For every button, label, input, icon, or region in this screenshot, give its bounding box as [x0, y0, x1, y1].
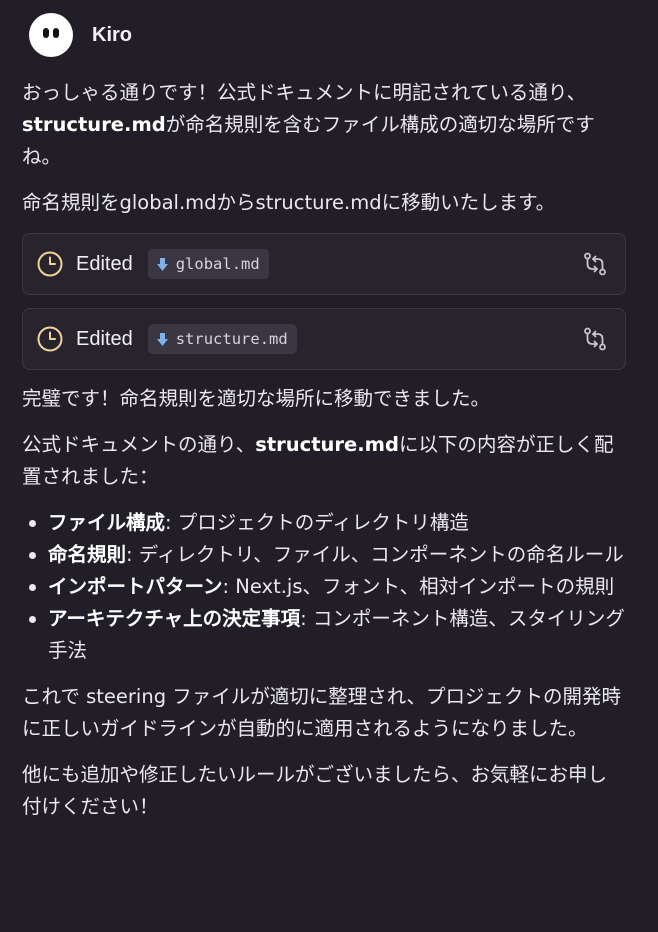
file-chip-global[interactable]: global.md	[147, 249, 269, 279]
clock-icon	[37, 326, 63, 352]
view-diff-button[interactable]	[581, 250, 609, 278]
content-bullet-list: ファイル構成: プロジェクトのディレクトリ構造 命名規則: ディレクトリ、ファイ…	[22, 507, 626, 667]
para4-filename: structure.md	[255, 433, 399, 456]
edited-label: Edited	[76, 327, 133, 350]
message-paragraph-6: 他にも追加や修正したいルールがございましたら、お気軽にお申し付けください！	[22, 763, 608, 818]
markdown-down-arrow-icon	[156, 257, 168, 271]
clock-icon	[37, 251, 63, 277]
list-item: アーキテクチャ上の決定事項: コンポーネント構造、スタイリング手法	[29, 603, 626, 667]
list-item-title: インポートパターン	[48, 575, 223, 598]
edit-card-structure[interactable]: Edited structure.md	[22, 308, 626, 370]
message-header: Kiro	[29, 12, 132, 58]
assistant-message: おっしゃる通りです！公式ドキュメントに明記されている通り、 structure.m…	[22, 77, 626, 837]
para4-text-a: 公式ドキュメントの通り、	[22, 433, 256, 456]
file-chip-structure[interactable]: structure.md	[147, 324, 297, 354]
kiro-avatar	[29, 13, 73, 57]
assistant-name: Kiro	[92, 23, 132, 46]
file-name: global.md	[175, 255, 260, 273]
message-paragraph-3: 完璧です！命名規則を適切な場所に移動できました。	[22, 387, 491, 410]
diff-compare-icon	[584, 252, 606, 276]
message-paragraph-2: 命名規則をglobal.mdからstructure.mdに移動いたします。	[22, 191, 556, 214]
para1-filename: structure.md	[22, 113, 166, 136]
para1-text-a: おっしゃる通りです！公式ドキュメントに明記されている通り、	[22, 81, 587, 104]
list-item: インポートパターン: Next.js、フォント、相対インポートの規則	[29, 571, 626, 603]
list-item-title: 命名規則	[48, 543, 127, 566]
list-item-title: アーキテクチャ上の決定事項	[48, 607, 301, 630]
avatar-right-eye	[53, 28, 59, 38]
view-diff-button[interactable]	[581, 325, 609, 353]
list-item: ファイル構成: プロジェクトのディレクトリ構造	[29, 507, 626, 539]
list-item-text: : ディレクトリ、ファイル、コンポーネントの命名ルール	[126, 543, 624, 566]
edit-card-global[interactable]: Edited global.md	[22, 233, 626, 295]
message-paragraph-4: 公式ドキュメントの通り、structure.mdに以下の内容が正しく配置されまし…	[22, 429, 626, 493]
list-item-title: ファイル構成	[48, 511, 166, 534]
file-name: structure.md	[175, 330, 288, 348]
list-item: 命名規則: ディレクトリ、ファイル、コンポーネントの命名ルール	[29, 539, 626, 571]
diff-compare-icon	[584, 327, 606, 351]
list-item-text: : Next.js、フォント、相対インポートの規則	[222, 575, 615, 598]
message-paragraph-1: おっしゃる通りです！公式ドキュメントに明記されている通り、 structure.m…	[22, 77, 626, 173]
edited-label: Edited	[76, 252, 133, 275]
list-item-text: : プロジェクトのディレクトリ構造	[165, 511, 469, 534]
avatar-left-eye	[43, 28, 49, 38]
message-paragraph-5: これで steering ファイルが適切に整理され、プロジェクトの開発時に正しい…	[22, 685, 621, 740]
markdown-down-arrow-icon	[156, 332, 168, 346]
